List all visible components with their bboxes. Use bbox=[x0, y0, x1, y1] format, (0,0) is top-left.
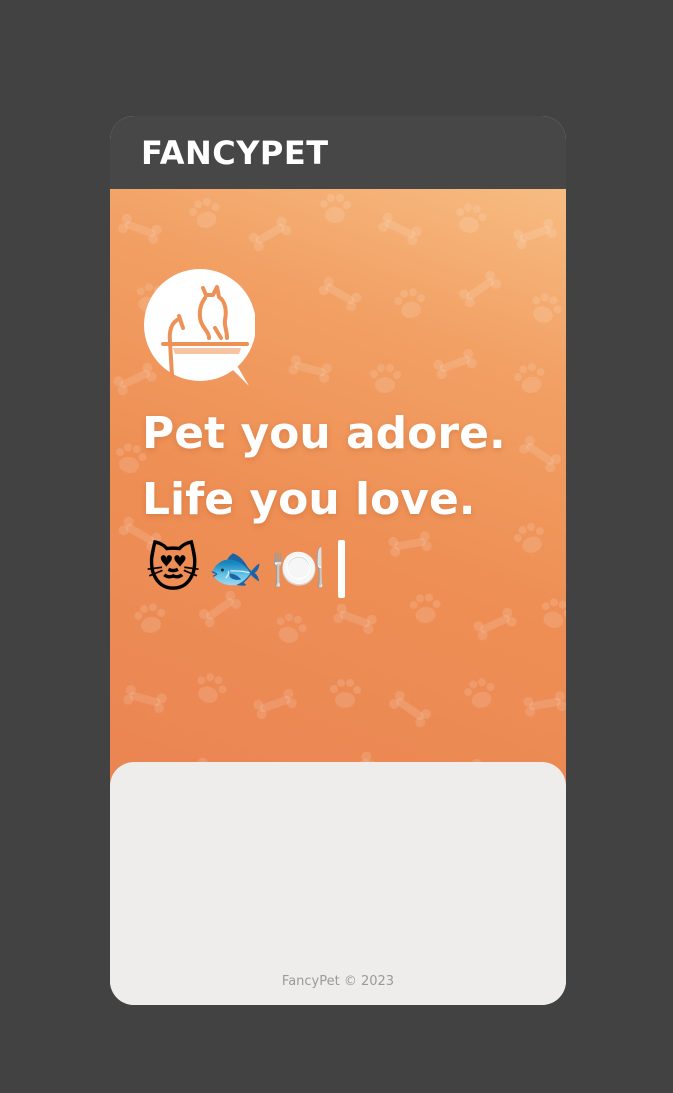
brand-logo-text[interactable]: FANCYPET bbox=[141, 133, 329, 173]
hero-headline: Pet you adore. Life you love. bbox=[142, 401, 506, 533]
headline-line-1: Pet you adore. bbox=[142, 408, 506, 459]
heart-eyes-cat-emoji: 😻 bbox=[146, 539, 201, 599]
text-cursor bbox=[337, 540, 345, 598]
app-header: FANCYPET bbox=[110, 116, 566, 189]
hero-banner: Pet you adore. Life you love. 😻 🐟 🍽️ bbox=[110, 189, 566, 809]
fish-emoji: 🐟 bbox=[208, 543, 264, 594]
cat-on-perch-chat-bubble-icon bbox=[144, 269, 255, 386]
bottom-sheet bbox=[110, 762, 566, 1005]
app-window: FANCYPET Pet you adore. Life you love. 😻… bbox=[110, 116, 566, 1005]
plate-cutlery-emoji: 🍽️ bbox=[271, 543, 326, 594]
footer-copyright: FancyPet © 2023 bbox=[281, 974, 395, 989]
emoji-row: 😻 🐟 🍽️ bbox=[146, 537, 345, 601]
headline-line-2: Life you love. bbox=[142, 474, 476, 525]
